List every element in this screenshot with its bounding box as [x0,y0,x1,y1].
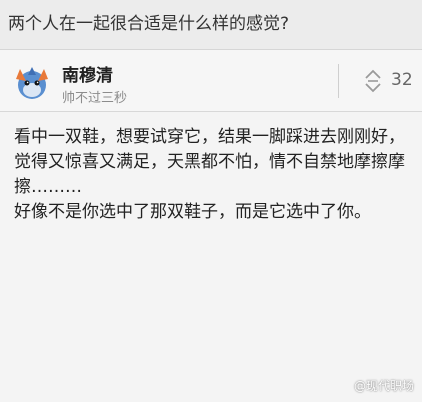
vote-arrows-icon[interactable] [364,68,382,94]
author-bio: 帅不过三秒 [62,91,128,106]
mudkip-avatar-icon[interactable] [14,63,50,101]
author-name[interactable]: 南穆清 [62,61,113,86]
answer-content: 看中一双鞋，想要试穿它，结果一脚踩进去刚刚好，觉得又惊喜又满足，天黑都不怕，情不… [14,125,414,225]
author-bar: 南穆清 帅不过三秒 32 [0,50,422,112]
question-header: 两个人在一起很合适是什么样的感觉? [0,0,422,50]
divider [338,64,339,98]
watermark: @现代职场 [353,379,414,393]
answer-paragraph: 好像不是你选中了那双鞋子，而是它选中了你。 [14,202,371,222]
answer-paragraph: 看中一双鞋，想要试穿它，结果一脚踩进去刚刚好，觉得又惊喜又满足，天黑都不怕，情不… [14,127,405,197]
question-title[interactable]: 两个人在一起很合适是什么样的感觉? [8,9,289,34]
vote-count: 32 [391,70,413,90]
